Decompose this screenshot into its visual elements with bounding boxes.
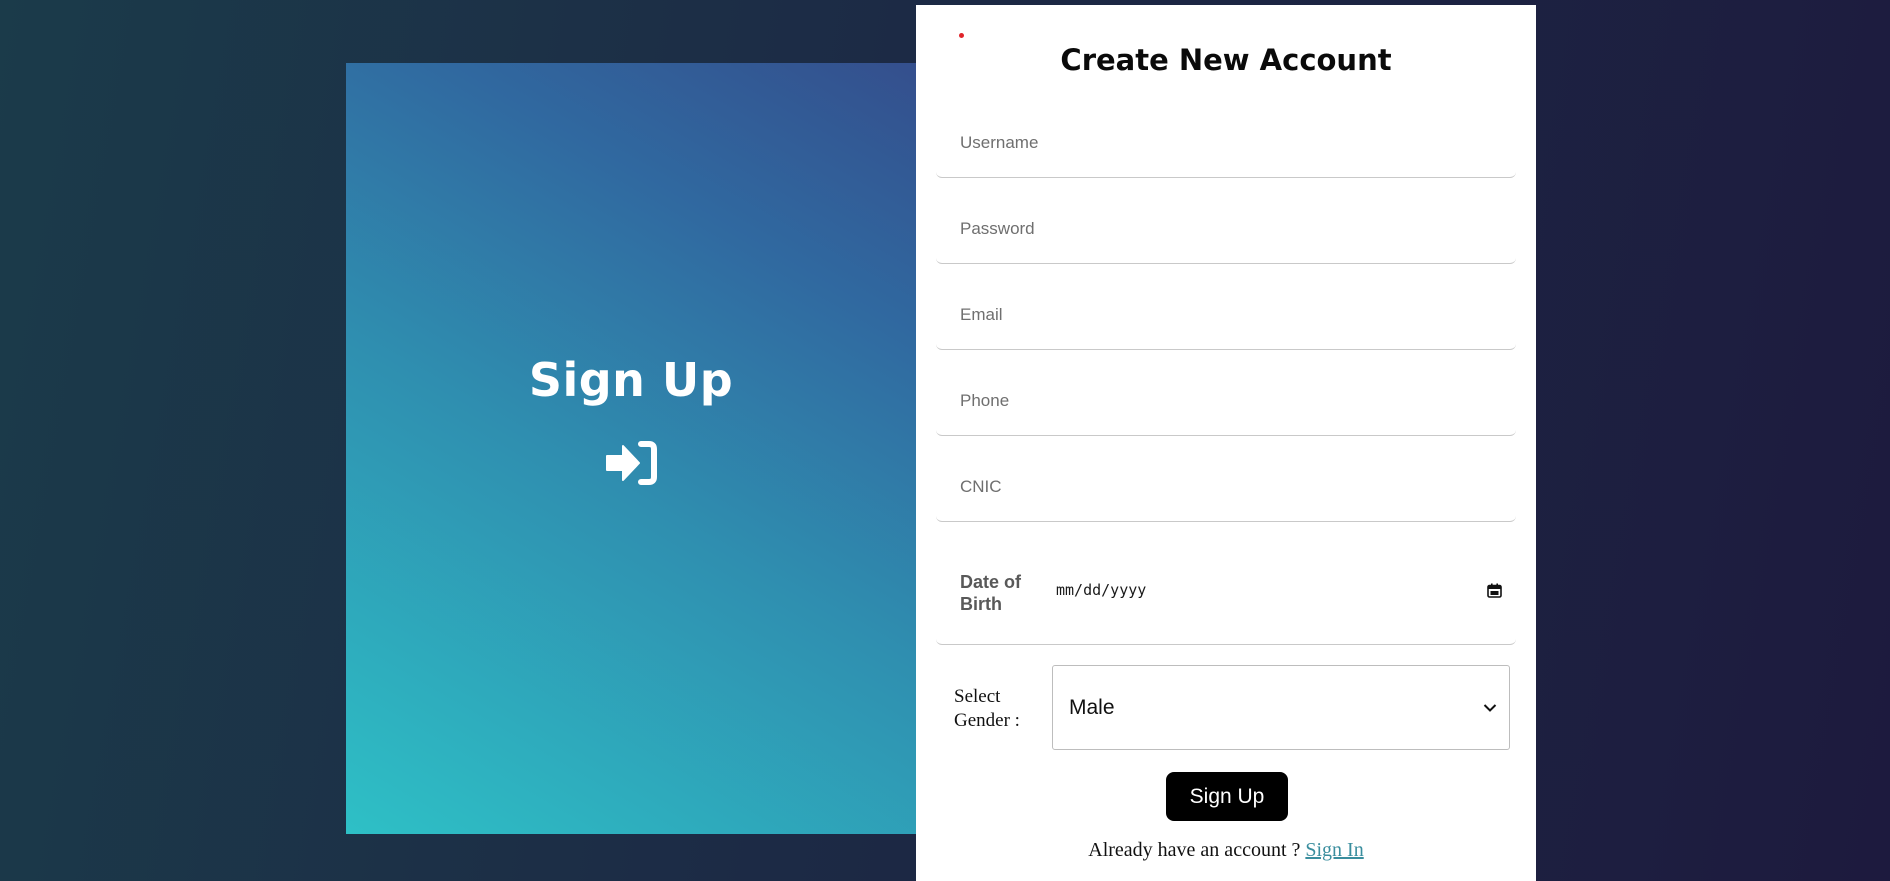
dob-placeholder: mm/dd/yyyy — [1056, 581, 1147, 599]
cnic-input[interactable] — [936, 452, 1516, 521]
signup-hero-panel: Sign Up — [346, 63, 916, 834]
password-field-wrapper — [936, 194, 1516, 264]
signup-form-card: Create New Account Date of Birth mm/dd/y… — [916, 5, 1536, 881]
gender-selected-value: Male — [1069, 695, 1115, 719]
signin-prompt-text: Already have an account ? — [1088, 839, 1306, 861]
chevron-down-icon — [1483, 703, 1497, 712]
dob-field-wrapper: Date of Birth mm/dd/yyyy — [936, 533, 1516, 645]
phone-input[interactable] — [936, 366, 1516, 435]
username-field-wrapper — [936, 108, 1516, 178]
sign-in-arrow-icon — [606, 440, 657, 485]
email-field-wrapper — [936, 280, 1516, 350]
marker-dot — [959, 33, 964, 38]
hero-title: Sign Up — [528, 352, 734, 407]
sign-in-link[interactable]: Sign In — [1305, 839, 1363, 861]
sign-up-button[interactable]: Sign Up — [1166, 772, 1288, 821]
gender-label: Select Gender : — [954, 686, 1020, 731]
signin-prompt: Already have an account ? Sign In — [916, 839, 1536, 862]
cnic-field-wrapper — [936, 452, 1516, 522]
phone-field-wrapper — [936, 366, 1516, 436]
dob-label: Date of Birth — [960, 572, 1022, 614]
email-input[interactable] — [936, 280, 1516, 349]
dob-input[interactable]: mm/dd/yyyy — [1056, 577, 1502, 603]
gender-select[interactable]: Male — [1052, 665, 1510, 750]
password-input[interactable] — [936, 194, 1516, 263]
username-input[interactable] — [936, 108, 1516, 177]
form-title: Create New Account — [1060, 43, 1392, 77]
calendar-icon[interactable] — [1487, 583, 1502, 598]
